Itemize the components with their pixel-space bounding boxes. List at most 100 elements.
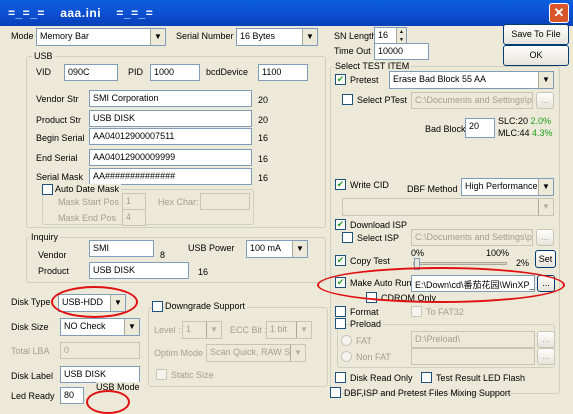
select-ptest-checkbox[interactable] [342, 94, 353, 105]
static-size-checkbox[interactable] [156, 369, 167, 380]
led-ready-input[interactable]: 80 [60, 387, 84, 404]
ptest-path-input[interactable]: C:\Documents and Settings\pit [411, 92, 533, 109]
chevron-down-icon: ▼ [150, 29, 165, 45]
total-lba-value: 0 [64, 345, 70, 355]
copy-test-checkbox[interactable]: ✔ [335, 255, 346, 266]
select-isp-label: Select ISP [357, 233, 400, 243]
non-fat-radio[interactable] [341, 351, 352, 362]
dbf-method-value: High Performance _ [465, 181, 546, 191]
ptest-browse-button[interactable]: ... [536, 92, 554, 109]
isp-path-value: C:\Documents and Settings\pit [415, 232, 533, 242]
mask-end-pos-label: Mask End Pos [58, 213, 117, 223]
downgrade-support-checkbox[interactable] [152, 301, 163, 312]
inquiry-product-value: USB DISK [93, 265, 136, 275]
copy-test-set-button[interactable]: Set [535, 250, 556, 268]
inquiry-vendor-length: 8 [160, 250, 166, 260]
preload-checkbox[interactable] [335, 318, 346, 329]
mask-end-pos-value: 4 [126, 212, 132, 222]
serial-mask-length: 16 [258, 173, 269, 183]
select-isp-checkbox[interactable] [342, 232, 353, 243]
optim-mode-select[interactable]: Scan Quick, RAW Slo ▼ [206, 344, 306, 362]
to-fat32-checkbox[interactable] [411, 306, 422, 317]
format-checkbox[interactable] [335, 306, 346, 317]
dbf-mixing-checkbox[interactable] [330, 387, 341, 398]
vid-input[interactable]: 090C [64, 64, 118, 81]
inquiry-vendor-input[interactable]: SMI [89, 240, 154, 257]
pretest-checkbox[interactable]: ✔ [335, 74, 346, 85]
pid-label: PID [128, 67, 144, 77]
time-out-label: Time Out [334, 46, 371, 56]
isp-browse-button[interactable]: ... [536, 229, 554, 246]
copy-test-value: 2% [516, 258, 530, 268]
ecc-bit-label: ECC Bit : [230, 325, 268, 335]
test-item-group-title: Select TEST ITEM [333, 61, 412, 71]
product-str-length: 20 [258, 115, 269, 125]
mode-select[interactable]: Memory Bar ▼ [36, 28, 166, 46]
annotation-circle [51, 286, 138, 318]
downgrade-support-label: Downgrade Support [165, 301, 248, 311]
fat-radio[interactable] [341, 335, 352, 346]
save-to-file-button[interactable]: Save To File [503, 24, 569, 45]
sn-length-spinner[interactable]: 16 ▲ ▼ [374, 27, 407, 44]
dbf-method-select[interactable]: High Performance _ ▼ [461, 178, 554, 196]
end-serial-value: AA04012900009999 [93, 152, 176, 162]
write-cid-file-select[interactable]: ▼ [342, 198, 554, 216]
serial-mask-label: Serial Mask [36, 172, 84, 182]
bcd-device-input[interactable]: 1100 [258, 64, 308, 81]
time-out-value: 10000 [378, 46, 404, 56]
serial-number-select[interactable]: 16 Bytes ▼ [236, 28, 318, 46]
spinner-arrows-icon[interactable]: ▲ ▼ [396, 28, 406, 43]
ok-button[interactable]: OK [503, 45, 569, 66]
hex-char-input[interactable] [200, 193, 250, 210]
slc-percent: 2.0% [530, 116, 552, 126]
begin-serial-value: AA04012900007511 [93, 131, 175, 141]
chevron-down-icon: ▼ [538, 179, 553, 195]
isp-path-input[interactable]: C:\Documents and Settings\pit [411, 229, 533, 246]
chevron-down-icon: ▼ [538, 72, 553, 88]
begin-serial-input[interactable]: AA04012900007511 [89, 128, 252, 145]
disk-size-value: NO Check [64, 321, 106, 331]
non-fat-path-input[interactable] [411, 348, 535, 365]
total-lba-label: Total LBA [11, 346, 50, 356]
dbf-mixing-label: DBF,ISP and Pretest Files Mixing Support [344, 388, 511, 398]
pretest-label: Pretest [350, 75, 379, 85]
test-result-led-checkbox[interactable] [421, 372, 432, 383]
preload-browse-button[interactable]: ... [537, 331, 555, 348]
product-str-value: USB DISK [93, 113, 136, 123]
inquiry-product-input[interactable]: USB DISK [89, 262, 189, 279]
chevron-down-icon: ▼ [296, 322, 311, 338]
disk-label-input[interactable]: USB DISK [60, 366, 140, 383]
mask-start-pos-label: Mask Start Pos [58, 197, 120, 207]
usb-power-select[interactable]: 100 mA ▼ [246, 240, 308, 258]
mask-start-pos-input[interactable]: 1 [122, 193, 146, 210]
slc-label: SLC:20 2.0% [498, 116, 551, 126]
usb-power-label: USB Power [188, 243, 235, 253]
mask-start-pos-value: 1 [126, 196, 132, 206]
disk-size-select[interactable]: NO Check ▼ [60, 318, 140, 336]
ecc-bit-select[interactable]: 1 bit ▼ [266, 321, 312, 339]
serial-mask-input[interactable]: AA############## [89, 168, 252, 185]
level-value: 1 [186, 324, 192, 334]
serial-mask-value: AA############## [93, 171, 176, 181]
non-fat-browse-button[interactable]: ... [537, 348, 555, 365]
mask-end-pos-input[interactable]: 4 [122, 209, 146, 226]
end-serial-input[interactable]: AA04012900009999 [89, 149, 252, 166]
pid-input[interactable]: 1000 [150, 64, 200, 81]
write-cid-checkbox[interactable]: ✔ [335, 179, 346, 190]
total-lba-input[interactable]: 0 [60, 342, 140, 359]
close-button[interactable]: ✕ [549, 3, 569, 23]
time-out-input[interactable]: 10000 [374, 43, 429, 60]
product-str-input[interactable]: USB DISK [89, 110, 252, 127]
serial-number-label: Serial Number [176, 31, 234, 41]
vendor-str-input[interactable]: SMI Corporation [89, 90, 252, 107]
level-select[interactable]: 1 ▼ [182, 321, 222, 339]
sn-length-value: 16 [378, 30, 389, 40]
chevron-down-icon: ▼ [538, 199, 553, 215]
disk-read-only-checkbox[interactable] [335, 372, 346, 383]
bad-block-input[interactable]: 20 [465, 118, 495, 138]
auto-date-mask-checkbox[interactable] [42, 184, 53, 195]
chevron-down-icon: ▼ [206, 322, 221, 338]
pretest-select[interactable]: Erase Bad Block 55 AA ▼ [389, 71, 554, 89]
preload-path-input[interactable]: D:\Preload\ [411, 331, 535, 348]
download-isp-checkbox[interactable]: ✔ [335, 219, 346, 230]
